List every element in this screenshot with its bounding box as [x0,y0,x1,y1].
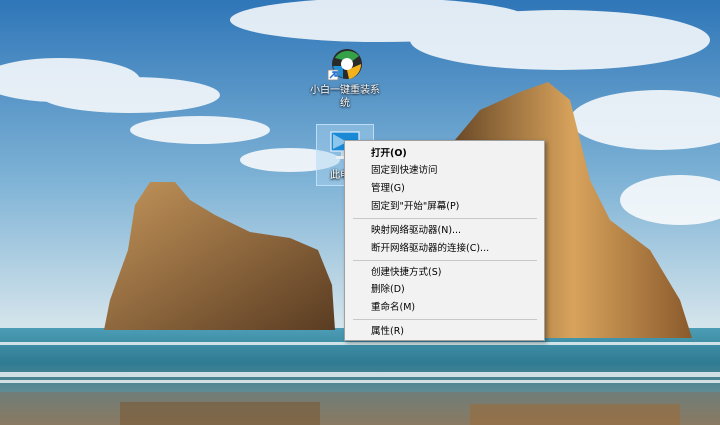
menu-item-create-shortcut[interactable]: 创建快捷方式(S) [346,264,543,281]
menu-item-delete[interactable]: 删除(D) [346,281,543,298]
menu-item-manage[interactable]: 管理(G) [346,180,543,197]
menu-item-pin-start[interactable]: 固定到"开始"屏幕(P) [346,198,543,215]
desktop[interactable]: 小白一键重装系统 此电 打开(O) 固定到快速访问 管理(G) 固定到"开始"屏… [0,0,720,425]
xiaobai-reinstall-icon [327,49,362,81]
menu-item-disconnect-drive[interactable]: 断开网络驱动器的连接(C)... [346,240,543,257]
menu-item-properties[interactable]: 属性(R) [346,323,543,340]
menu-item-open[interactable]: 打开(O) [346,145,543,162]
menu-item-rename[interactable]: 重命名(M) [346,299,543,316]
menu-item-map-network-drive[interactable]: 映射网络驱动器(N)... [346,222,543,239]
desktop-icon-xiaobai[interactable]: 小白一键重装系统 [308,44,382,110]
context-menu: 打开(O) 固定到快速访问 管理(G) 固定到"开始"屏幕(P) 映射网络驱动器… [344,140,545,341]
menu-item-pin-quick-access[interactable]: 固定到快速访问 [346,162,543,179]
menu-separator [353,260,537,261]
menu-separator [353,218,537,219]
menu-separator [353,319,537,320]
desktop-icon-label: 小白一键重装系统 [310,85,380,109]
